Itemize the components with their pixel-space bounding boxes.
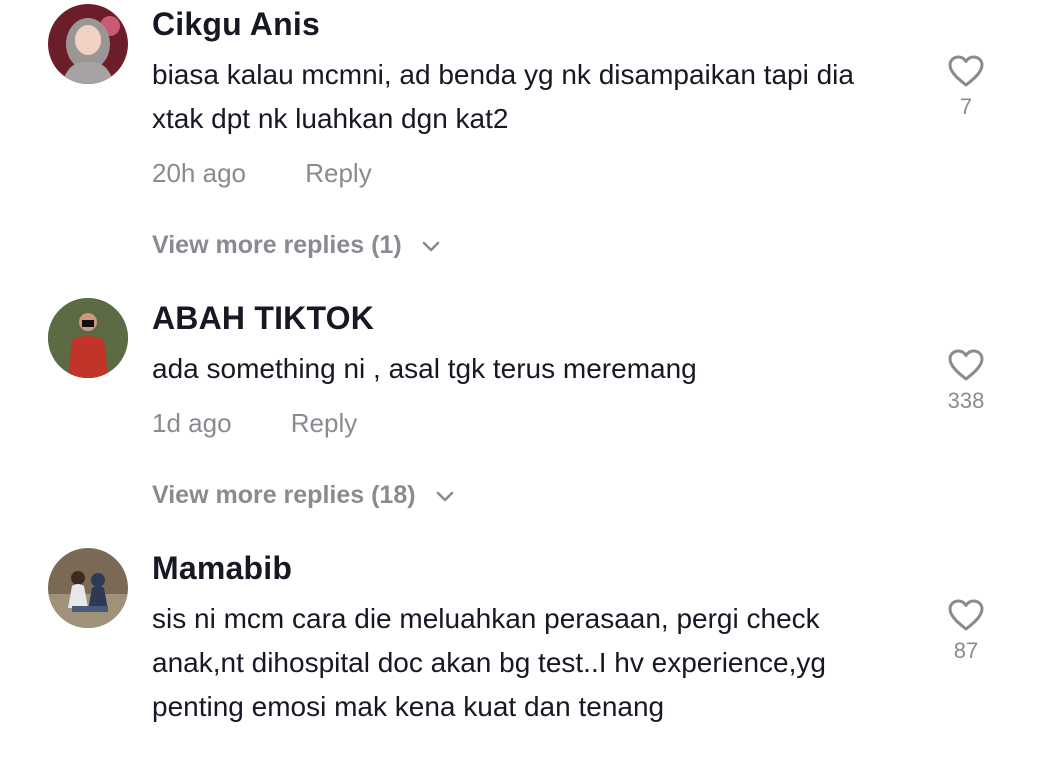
comment-meta: 20h ago Reply <box>152 158 372 189</box>
view-more-replies-button[interactable]: View more replies (1) <box>152 231 441 261</box>
avatar[interactable] <box>48 548 128 628</box>
like-count: 338 <box>947 388 985 413</box>
view-more-replies-button[interactable]: View more replies (18) <box>152 481 455 511</box>
view-more-replies-label: View more replies (18) <box>152 481 416 509</box>
comment-username[interactable]: Cikgu Anis <box>152 6 320 43</box>
like-button[interactable]: 338 <box>938 348 994 414</box>
heart-outline-icon <box>948 349 984 381</box>
like-count: 87 <box>953 638 979 663</box>
heart-outline-icon <box>948 55 984 87</box>
comment-timestamp: 20h ago <box>152 158 246 188</box>
reply-button[interactable]: Reply <box>305 158 371 189</box>
comment-username[interactable]: ABAH TIKTOK <box>152 300 374 337</box>
like-button[interactable]: 7 <box>938 54 994 120</box>
heart-outline-icon <box>948 599 984 631</box>
comment-text: sis ni mcm cara die meluahkan perasaan, … <box>152 603 826 722</box>
comment-text: ada something ni , asal tgk terus merema… <box>152 353 697 384</box>
avatar[interactable] <box>48 4 128 84</box>
comment-text: biasa kalau mcmni, ad benda yg nk disamp… <box>152 59 854 134</box>
like-count: 7 <box>959 94 973 119</box>
comment-username[interactable]: Mamabib <box>152 550 292 587</box>
comment-timestamp: 1d ago <box>152 408 232 438</box>
chevron-down-icon <box>435 482 455 511</box>
like-button[interactable]: 87 <box>938 598 994 664</box>
view-more-replies-label: View more replies (1) <box>152 231 402 259</box>
reply-button[interactable]: Reply <box>291 408 357 439</box>
comment-meta: 1d ago Reply <box>152 408 357 439</box>
chevron-down-icon <box>421 232 441 261</box>
avatar[interactable] <box>48 298 128 378</box>
